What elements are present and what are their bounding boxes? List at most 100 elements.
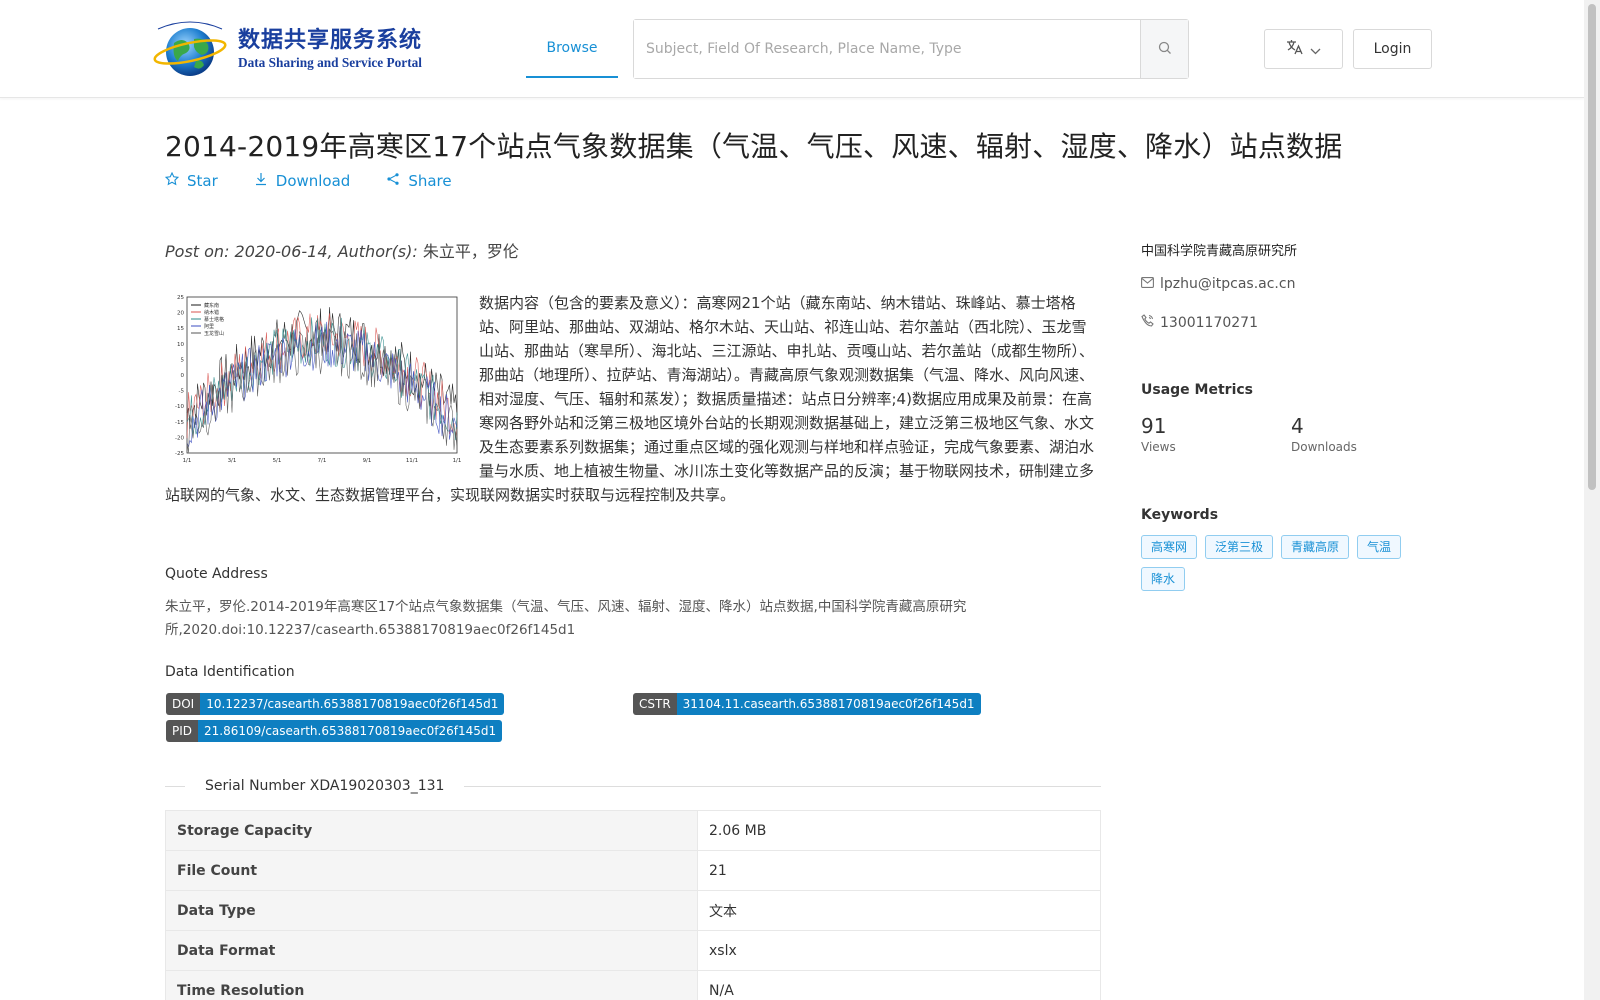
thumbnail-legend-label: 玉龙雪山 <box>204 330 224 337</box>
page-scrollbar[interactable] <box>1584 0 1600 1000</box>
thumbnail-y-tick: 0 <box>181 373 185 379</box>
globe-logo-icon <box>152 21 232 79</box>
phone-icon <box>1141 314 1154 331</box>
pid-key: PID <box>166 720 199 742</box>
logo-title-cn: 数据共享服务系统 <box>238 28 423 53</box>
mail-icon <box>1141 276 1154 292</box>
star-button[interactable]: Star <box>164 171 218 190</box>
thumbnail-legend-label: 阿里 <box>204 323 214 330</box>
email-text: lpzhu@itpcas.ac.cn <box>1160 276 1296 292</box>
thumbnail-x-tick: 9/1 <box>363 458 372 464</box>
logo-title-en: Data Sharing and Service Portal <box>238 56 422 71</box>
keyword-tag[interactable]: 气温 <box>1357 535 1402 559</box>
cstr-value: 31104.11.casearth.65388170819aec0f26f145… <box>676 693 981 715</box>
login-button[interactable]: Login <box>1353 29 1432 69</box>
thumbnail-y-tick: 5 <box>181 357 185 363</box>
views-count: 91 <box>1141 414 1167 438</box>
downloads-metric: 4 Downloads <box>1291 414 1357 454</box>
share-icon <box>386 172 400 190</box>
table-value: xslx <box>697 930 1101 971</box>
search-box <box>633 19 1189 79</box>
table-row: Data Format xslx <box>165 930 1101 971</box>
table-row: Storage Capacity 2.06 MB <box>165 810 1101 851</box>
table-value: N/A <box>697 970 1101 1000</box>
table-key: Time Resolution <box>165 970 698 1000</box>
thumbnail-y-tick: 15 <box>177 326 184 332</box>
search-button[interactable] <box>1140 20 1188 78</box>
thumbnail-y-tick: 10 <box>177 342 184 348</box>
share-button[interactable]: Share <box>386 172 452 190</box>
nav-browse-tab[interactable]: Browse <box>526 20 618 78</box>
phone-text: 13001170271 <box>1160 314 1258 331</box>
serial-number: Serial Number XDA19020303_131 <box>205 778 445 794</box>
views-label: Views <box>1141 440 1176 454</box>
keyword-tag[interactable]: 降水 <box>1141 567 1186 591</box>
doi-value: 10.12237/casearth.65388170819aec0f26f145… <box>200 693 505 715</box>
thumbnail-x-tick: 7/1 <box>318 458 327 464</box>
thumbnail-y-tick: -20 <box>175 435 184 441</box>
table-row: Data Type 文本 <box>165 890 1101 931</box>
post-info: Post on: 2020-06-14, Author(s): 朱立平，罗伦 <box>165 238 519 262</box>
keyword-tag[interactable]: 高寒网 <box>1141 535 1198 559</box>
authors: 朱立平，罗伦 <box>422 242 519 261</box>
star-label: Star <box>187 172 218 190</box>
thumbnail-x-tick: 3/1 <box>228 458 237 464</box>
downloads-label: Downloads <box>1291 440 1357 454</box>
share-label: Share <box>408 172 452 190</box>
search-icon <box>1158 40 1172 59</box>
thumbnail-y-tick: -25 <box>175 451 184 457</box>
thumbnail-svg: 2520151050-5-10-15-20-251/1 3/1 5/1 7/1 9/1 1… <box>175 295 461 464</box>
usage-metrics-title: Usage Metrics <box>1141 382 1253 398</box>
download-label: Download <box>275 172 351 190</box>
dataset-actions: Star Download Share <box>164 171 452 190</box>
table-row: File Count 21 <box>165 850 1101 891</box>
views-metric: 91 Views <box>1141 414 1176 454</box>
thumbnail-y-tick: 20 <box>177 311 184 317</box>
cstr-badge[interactable]: CSTR 31104.11.casearth.65388170819aec0f2… <box>633 693 981 715</box>
thumbnail-y-tick: 25 <box>177 295 184 301</box>
table-row: Time Resolution N/A <box>165 970 1101 1000</box>
download-icon <box>254 172 268 190</box>
doi-badge[interactable]: DOI 10.12237/casearth.65388170819aec0f26… <box>166 693 505 715</box>
search-input[interactable] <box>634 20 1140 78</box>
table-key: Storage Capacity <box>165 810 698 851</box>
table-key: File Count <box>165 850 698 891</box>
quote-address-text: 朱立平，罗伦.2014-2019年高寒区17个站点气象数据集（气温、气压、风速、… <box>165 599 967 638</box>
thumbnail-legend-label: 纳木错 <box>204 309 219 316</box>
downloads-count: 4 <box>1291 414 1304 438</box>
thumbnail-x-tick: 5/1 <box>273 458 282 464</box>
table-value: 21 <box>697 850 1101 891</box>
scrollbar-thumb[interactable] <box>1588 4 1596 490</box>
download-button[interactable]: Download <box>254 172 351 190</box>
site-logo[interactable]: 数据共享服务系统 Data Sharing and Service Portal <box>152 20 442 80</box>
keywords-title: Keywords <box>1141 507 1219 523</box>
table-value: 文本 <box>697 890 1101 931</box>
thumbnail-y-tick: -10 <box>175 404 184 410</box>
contact-phone: 13001170271 <box>1141 314 1258 331</box>
keyword-tag[interactable]: 泛第三极 <box>1205 535 1274 559</box>
organization-name: 中国科学院青藏高原研究所 <box>1141 244 1298 259</box>
cstr-key: CSTR <box>633 693 677 715</box>
top-header: 数据共享服务系统 Data Sharing and Service Portal… <box>0 0 1584 98</box>
contact-email[interactable]: lpzhu@itpcas.ac.cn <box>1141 276 1295 292</box>
dataset-description: 25 20 15 10 5 0 -5 -10 -15 -20 -25 1/1 3/1 5/1 7/1 9/1 1… <box>165 291 1100 507</box>
translate-icon <box>1286 39 1304 59</box>
star-icon <box>164 171 180 190</box>
post-date-label: Post on: 2020-06-14, Author(s): <box>165 242 423 261</box>
language-switch-button[interactable] <box>1264 29 1343 69</box>
thumbnail-x-tick: 11/1 <box>406 458 418 464</box>
dataset-thumbnail-chart[interactable]: 25 20 15 10 5 0 -5 -10 -15 -20 -25 1/1 3/1 5/1 7/1 9/1 1… <box>165 293 461 471</box>
table-key: Data Type <box>165 890 698 931</box>
keyword-tag[interactable]: 青藏高原 <box>1281 535 1350 559</box>
thumbnail-y-tick: -5 <box>179 389 185 395</box>
thumbnail-legend-label: 藏东南 <box>204 302 219 309</box>
thumbnail-x-tick: 1/1 <box>183 458 192 464</box>
pid-value: 21.86109/casearth.65388170819aec0f26f145… <box>198 720 503 742</box>
table-key: Data Format <box>165 930 698 971</box>
divider-line-left <box>165 785 185 787</box>
thumbnail-y-tick: -15 <box>175 420 184 426</box>
pid-badge[interactable]: PID 21.86109/casearth.65388170819aec0f26… <box>166 720 503 742</box>
thumbnail-x-tick: 1/1 <box>453 458 461 464</box>
chevron-down-icon <box>1310 40 1321 59</box>
thumbnail-plot-frame <box>186 296 458 454</box>
